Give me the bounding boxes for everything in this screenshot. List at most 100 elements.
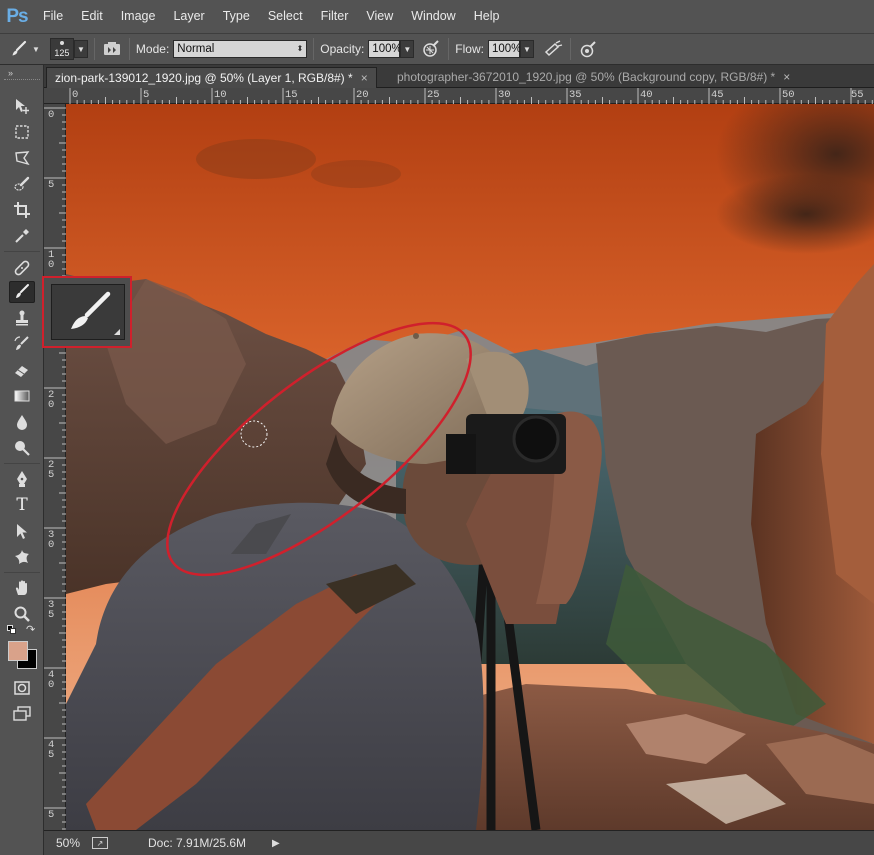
move-tool-icon[interactable] [9, 95, 35, 117]
close-icon[interactable]: × [361, 71, 368, 85]
ruler-label: 30 [498, 89, 511, 101]
default-colors-icon[interactable] [7, 625, 17, 635]
menu-bar: Ps File Edit Image Layer Type Select Fil… [0, 0, 874, 33]
tool-divider [4, 463, 40, 464]
menu-layer[interactable]: Layer [164, 0, 213, 33]
document-canvas[interactable] [66, 104, 874, 830]
zoom-tool-icon[interactable] [9, 603, 35, 625]
brush-size-dropdown[interactable]: ▼ [73, 40, 88, 58]
brush-icon [51, 284, 125, 340]
opacity-label: Opacity: [320, 42, 365, 56]
collapse-arrows-icon[interactable]: » [8, 68, 13, 78]
grip-divider [4, 79, 40, 81]
ruler-label: 5 [143, 89, 150, 101]
menu-type[interactable]: Type [214, 0, 259, 33]
ruler-label: 25 [427, 89, 440, 101]
ruler-label: 5 [48, 179, 55, 191]
ruler-label: 15 [285, 89, 298, 101]
tool-divider [4, 572, 40, 573]
ruler-label: 0 [72, 89, 79, 101]
eyedropper-tool-icon[interactable] [9, 225, 35, 247]
menu-help[interactable]: Help [465, 0, 509, 33]
tools-panel: » T ↷ [0, 65, 44, 855]
flow-field[interactable]: 100% [487, 40, 521, 58]
brush-tip-icon [59, 41, 64, 45]
menu-image[interactable]: Image [112, 0, 165, 33]
brush-size-value: 125 [54, 48, 70, 58]
menu-filter[interactable]: Filter [312, 0, 358, 33]
screen-mode-icon[interactable] [9, 703, 35, 725]
status-menu-arrow-icon[interactable]: ▶ [272, 838, 280, 849]
updown-icon: ⬍ [296, 44, 304, 53]
dodge-tool-icon[interactable] [9, 437, 35, 459]
type-tool-icon[interactable]: T [9, 494, 35, 516]
ruler-label: 0 [48, 109, 55, 121]
path-select-tool-icon[interactable] [9, 520, 35, 542]
ruler-label: 45 [711, 89, 724, 101]
ruler-label: 2 0 [48, 389, 55, 411]
blur-tool-icon[interactable] [9, 411, 35, 433]
hand-tool-icon[interactable] [9, 577, 35, 599]
doc-size: Doc: 7.91M/25.6M [148, 836, 247, 850]
brush-size-picker[interactable]: 125 [49, 38, 74, 60]
opacity-field[interactable]: 100% [368, 40, 402, 58]
ruler-label: 4 5 [48, 739, 55, 761]
menu-window[interactable]: Window [402, 0, 464, 33]
ruler-label: 4 0 [48, 669, 55, 691]
custom-shape-tool-icon[interactable] [9, 546, 35, 568]
tool-divider [4, 251, 40, 252]
healing-tool-icon[interactable] [9, 257, 35, 279]
brush-panel-icon[interactable] [101, 38, 123, 60]
brush-tool-icon[interactable] [9, 281, 35, 303]
vertical-ruler: 0 5 1 0 1 5 2 0 2 5 3 0 3 5 4 0 4 5 5 [44, 104, 66, 830]
quick-select-tool-icon[interactable] [9, 173, 35, 195]
menu-select[interactable]: Select [259, 0, 312, 33]
tab-label: photographer-3672010_1920.jpg @ 50% (Bac… [397, 70, 776, 84]
pressure-opacity-icon[interactable] [420, 38, 442, 60]
mode-value: Normal [177, 43, 215, 55]
menu-edit[interactable]: Edit [72, 0, 112, 33]
ruler-label: 5 [48, 809, 55, 821]
submenu-triangle-icon [114, 329, 120, 335]
options-bar: ▼ 125 ▼ Mode: Normal ⬍ Opacity: 100% ▼ F… [0, 33, 874, 65]
foreground-color-swatch[interactable] [8, 641, 28, 661]
close-icon[interactable]: × [783, 70, 790, 84]
share-icon[interactable]: ↗ [92, 837, 108, 849]
photoshop-window: Ps File Edit Image Layer Type Select Fil… [0, 0, 874, 855]
mode-select[interactable]: Normal ⬍ [173, 40, 308, 58]
ruler-ticks [69, 88, 873, 104]
history-brush-tool-icon[interactable] [9, 333, 35, 355]
composited-photo [66, 104, 874, 830]
mode-label: Mode: [135, 42, 170, 56]
lasso-tool-icon[interactable] [9, 147, 35, 169]
pen-tool-icon[interactable] [9, 468, 35, 490]
ruler-label: 1 0 [48, 249, 55, 271]
airbrush-icon[interactable] [542, 38, 564, 60]
menu-file[interactable]: File [34, 0, 72, 33]
marquee-tool-icon[interactable] [9, 121, 35, 143]
tab-photographer[interactable]: photographer-3672010_1920.jpg @ 50% (Bac… [389, 67, 798, 88]
menu-view[interactable]: View [357, 0, 402, 33]
swap-colors-icon[interactable]: ↷ [26, 623, 35, 636]
zoom-level[interactable]: 50% [56, 836, 86, 850]
ruler-label: 50 [782, 89, 795, 101]
ruler-label: 55 [851, 89, 864, 101]
gradient-tool-icon[interactable] [9, 385, 35, 407]
clone-stamp-tool-icon[interactable] [9, 307, 35, 329]
ruler-label: 35 [569, 89, 582, 101]
chevron-down-icon[interactable]: ▼ [32, 45, 40, 54]
quick-mask-icon[interactable] [9, 677, 35, 699]
crop-tool-icon[interactable] [9, 199, 35, 221]
pressure-size-icon[interactable] [577, 38, 599, 60]
ruler-label: 2 5 [48, 459, 55, 481]
horizontal-ruler: 0 5 10 15 20 25 30 35 40 45 50 55 [44, 88, 874, 104]
tab-zion-park[interactable]: zion-park-139012_1920.jpg @ 50% (Layer 1… [46, 67, 377, 88]
brush-preset-icon[interactable] [8, 38, 30, 60]
brush-tool-callout [42, 276, 132, 348]
tab-label: zion-park-139012_1920.jpg @ 50% (Layer 1… [55, 71, 353, 85]
opacity-dropdown[interactable]: ▼ [400, 40, 415, 58]
flow-label: Flow: [455, 42, 484, 56]
ruler-label: 40 [640, 89, 653, 101]
flow-dropdown[interactable]: ▼ [519, 40, 534, 58]
eraser-tool-icon[interactable] [9, 359, 35, 381]
